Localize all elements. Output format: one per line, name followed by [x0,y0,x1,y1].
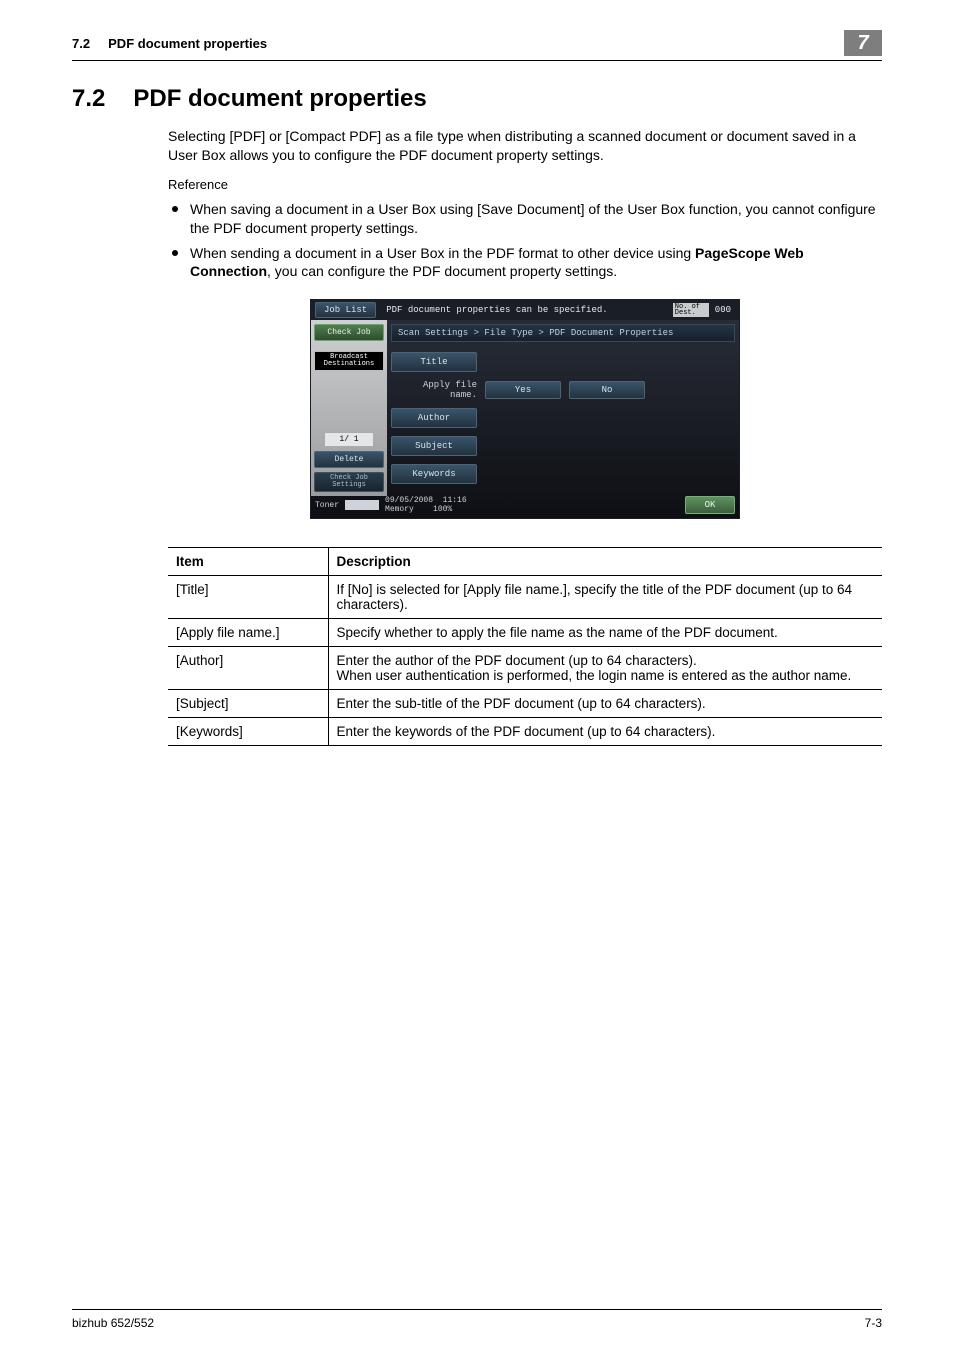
bullet-2-post: , you can configure the PDF document pro… [267,263,617,279]
bullet-2: When sending a document in a User Box in… [168,244,882,282]
row-author-desc: Enter the author of the PDF document (up… [328,647,882,690]
footer-left: bizhub 652/552 [72,1316,154,1330]
pager-indicator: 1/ 1 [324,432,374,447]
table-row: [Apply file name.] Specify whether to ap… [168,619,882,647]
panel-message: PDF document properties can be specified… [382,305,667,315]
table-row: [Keywords] Enter the keywords of the PDF… [168,718,882,746]
subject-row: Subject [391,436,735,456]
author-row: Author [391,408,735,428]
mfp-panel: Job List PDF document properties can be … [310,299,740,519]
document-page: 7.2 PDF document properties 7 7.2 PDF do… [0,0,954,1350]
row-subject-desc: Enter the sub-title of the PDF document … [328,690,882,718]
description-table: Item Description [Title] If [No] is sele… [168,547,882,746]
panel-top-bar: Job List PDF document properties can be … [311,300,739,320]
apply-yes-button[interactable]: Yes [485,381,561,399]
chapter-tab: 7 [844,30,882,56]
table-header-row: Item Description [168,548,882,576]
date-value: 09/05/2008 [385,496,433,505]
dest-count-value: 000 [715,305,735,315]
panel-body: Check Job Broadcast Destinations 1/ 1 De… [311,320,739,496]
section-heading: 7.2 PDF document properties [72,85,882,113]
table-row: [Title] If [No] is selected for [Apply f… [168,576,882,619]
panel-footer: Toner 09/05/2008 11:16 Memory 100% OK [311,496,739,518]
table-row: [Author] Enter the author of the PDF doc… [168,647,882,690]
screenshot-figure: Job List PDF document properties can be … [168,299,882,519]
reference-label: Reference [168,177,882,192]
keywords-button[interactable]: Keywords [391,464,477,484]
header-left: 7.2 PDF document properties [72,36,267,51]
row-keywords-desc: Enter the keywords of the PDF document (… [328,718,882,746]
toner-label: Toner [315,501,339,510]
header-section-num: 7.2 [72,36,90,51]
header-section-title: PDF document properties [108,36,267,51]
apply-file-name-row: Apply file name. Yes No [391,380,735,400]
col-desc-header: Description [328,548,882,576]
row-title-item: [Title] [168,576,328,619]
section-title: PDF document properties [133,85,426,113]
body-column: Selecting [PDF] or [Compact PDF] as a fi… [168,127,882,746]
row-author-item: [Author] [168,647,328,690]
toner-bar-icon [345,500,379,510]
title-row: Title [391,352,735,372]
check-job-settings-button[interactable]: Check Job Settings [314,472,384,492]
time-value: 11:16 [443,496,467,505]
bullet-2-pre: When sending a document in a User Box in… [190,245,695,261]
title-button[interactable]: Title [391,352,477,372]
check-job-button[interactable]: Check Job [314,324,384,341]
bullet-1: When saving a document in a User Box usi… [168,200,882,238]
ok-button[interactable]: OK [685,496,735,514]
apply-no-button[interactable]: No [569,381,645,399]
panel-footer-left: Toner 09/05/2008 11:16 Memory 100% [315,496,467,514]
author-button[interactable]: Author [391,408,477,428]
reference-bullets: When saving a document in a User Box usi… [168,200,882,282]
col-item-header: Item [168,548,328,576]
intro-paragraph: Selecting [PDF] or [Compact PDF] as a fi… [168,127,882,165]
broadcast-destinations-tab[interactable]: Broadcast Destinations [314,351,384,371]
table-row: [Subject] Enter the sub-title of the PDF… [168,690,882,718]
page-footer: bizhub 652/552 7-3 [72,1309,882,1330]
breadcrumb: Scan Settings > File Type > PDF Document… [391,324,735,342]
row-apply-item: [Apply file name.] [168,619,328,647]
job-list-button[interactable]: Job List [315,302,376,318]
datetime-block: 09/05/2008 11:16 Memory 100% [385,496,467,514]
dest-count-label: No. of Dest. [673,303,709,317]
memory-value: 100% [433,505,452,514]
row-title-desc: If [No] is selected for [Apply file name… [328,576,882,619]
running-header: 7.2 PDF document properties 7 [72,30,882,61]
apply-file-name-label: Apply file name. [391,380,477,400]
row-apply-desc: Specify whether to apply the file name a… [328,619,882,647]
panel-main: Scan Settings > File Type > PDF Document… [387,320,739,496]
delete-button[interactable]: Delete [314,451,384,468]
row-keywords-item: [Keywords] [168,718,328,746]
footer-right: 7-3 [865,1316,882,1330]
panel-sidebar: Check Job Broadcast Destinations 1/ 1 De… [311,320,387,496]
row-subject-item: [Subject] [168,690,328,718]
keywords-row: Keywords [391,464,735,484]
section-number: 7.2 [72,85,105,113]
memory-label: Memory [385,505,414,514]
subject-button[interactable]: Subject [391,436,477,456]
